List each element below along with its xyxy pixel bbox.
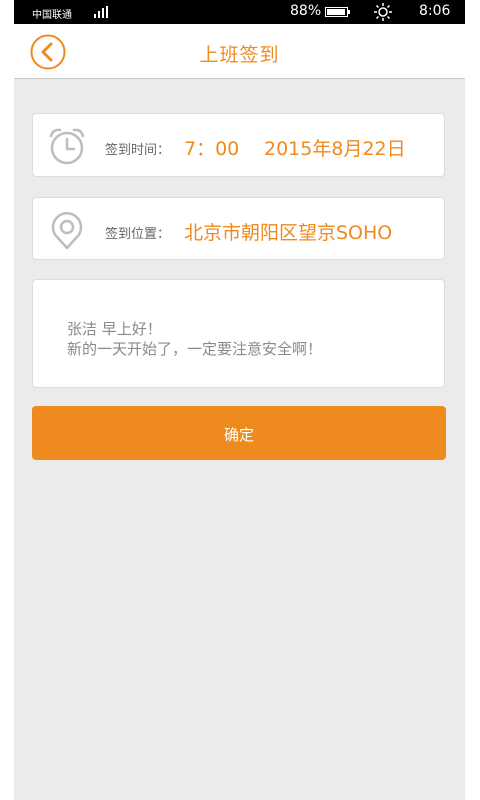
brightness-icon: [374, 3, 392, 21]
reminder-line: 新的一天开始了，一定要注意安全啊！: [67, 340, 323, 358]
checkin-time-card: 签到时间： 7：00 2015年8月22日: [32, 113, 445, 177]
battery-icon: [325, 7, 350, 17]
checkin-date-value: 2015年8月22日: [264, 138, 406, 160]
alarm-clock-icon: [49, 128, 85, 165]
status-bar: 中国联通 88% 8:06: [14, 0, 465, 24]
greeting-message-card: 张洁 早上好！ 新的一天开始了，一定要注意安全啊！: [32, 279, 445, 388]
checkin-location-label: 签到位置：: [105, 227, 171, 242]
clock-time: 8:06: [419, 3, 451, 19]
app-header: 上班签到: [14, 24, 465, 79]
checkin-location-card: 签到位置： 北京市朝阳区望京SOHO: [32, 197, 445, 260]
confirm-button[interactable]: 确定: [32, 406, 446, 460]
location-pin-icon: [51, 212, 83, 250]
carrier-name: 中国联通: [32, 10, 72, 21]
battery-percent: 88%: [290, 3, 322, 19]
page-title: 上班签到: [199, 44, 280, 66]
checkin-time-value: 7：00: [184, 138, 240, 160]
greeting-line: 张洁 早上好！: [67, 320, 162, 338]
checkin-location-value: 北京市朝阳区望京SOHO: [184, 222, 393, 244]
checkin-time-label: 签到时间：: [105, 143, 171, 158]
signal-icon: [94, 6, 108, 18]
